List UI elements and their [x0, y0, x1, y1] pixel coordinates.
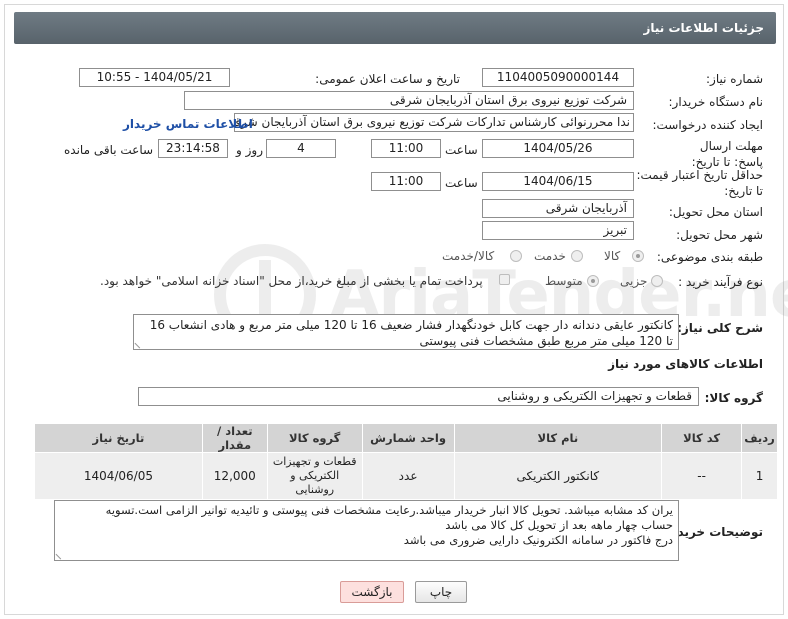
goods-group-label: گروه کالا: [704, 391, 763, 405]
process-type-label: نوع فرآیند خرید : [678, 275, 763, 289]
category-option-goods: کالا [604, 249, 621, 263]
creator-label: ایجاد کننده درخواست: [652, 118, 763, 132]
send-deadline-label: مهلت ارسال پاسخ: تا تاریخ: [691, 139, 763, 169]
cell-date: 1404/06/05 [34, 452, 203, 500]
page-header: جزئیات اطلاعات نیاز [14, 12, 776, 44]
day-and-label: روز و [236, 143, 263, 157]
cell-group: قطعات و تجهیزات الکتریکی و روشنایی [266, 452, 363, 500]
send-date-field[interactable]: 1404/05/26 [482, 139, 634, 158]
category-option-service: خدمت [534, 249, 566, 263]
col-unit: واحد شمارش [361, 423, 455, 453]
table-row[interactable]: 1 -- کانکتور الکتریکی عدد قطعات و تجهیزا… [34, 452, 778, 500]
remaining-label: ساعت باقی مانده [64, 143, 154, 157]
description-text: کانکتور عایقی دندانه دار جهت کابل خودنگه… [149, 318, 673, 348]
category-radio-goods-service[interactable] [510, 250, 522, 262]
announce-label: تاریخ و ساعت اعلان عمومی: [315, 72, 460, 86]
category-radio-service[interactable] [571, 250, 583, 262]
city-field[interactable]: تبریز [482, 221, 634, 240]
treasury-payment-checkbox[interactable] [499, 274, 510, 285]
process-option-minor: جزیی [620, 274, 648, 288]
process-radio-minor[interactable] [651, 275, 663, 287]
process-radio-medium[interactable] [587, 275, 599, 287]
province-field[interactable]: آذربایجان شرقی [482, 199, 634, 218]
buyer-notes-line: یران کد مشابه میباشد. تحویل کالا انبار خ… [105, 503, 673, 517]
contact-buyer-link[interactable]: اطلاعات تماس خریدار [123, 117, 253, 131]
need-number-label: شماره نیاز: [706, 72, 763, 86]
page-title: جزئیات اطلاعات نیاز [643, 21, 764, 35]
col-date: تاریخ نیاز [34, 423, 203, 453]
cell-qty: 12,000 [201, 452, 268, 500]
city-label: شهر محل تحویل: [676, 228, 763, 242]
buyer-org-field[interactable]: شرکت توزیع نیروی برق استان آذربایجان شرق… [184, 91, 634, 110]
creator-field[interactable]: ندا محررنوائی کارشناس تدارکات شرکت توزیع… [234, 113, 634, 132]
cell-row: 1 [741, 452, 778, 500]
description-label: شرح کلی نیاز: [677, 321, 763, 335]
buyer-notes-line: درج فاکتور در سامانه الکترونیک دارایی ضر… [403, 533, 673, 547]
table-header-row: ردیف کد کالا نام کالا واحد شمارش گروه کا… [34, 423, 778, 453]
goods-group-field[interactable]: قطعات و تجهیزات الکتریکی و روشنایی [138, 387, 699, 406]
need-number-field[interactable]: 1104005090000144 [482, 68, 634, 87]
print-button[interactable]: چاپ [415, 581, 467, 603]
category-radio-goods[interactable] [632, 250, 644, 262]
process-option-medium: متوسط [545, 274, 583, 288]
col-row: ردیف [741, 423, 778, 453]
buyer-notes-textarea[interactable]: یران کد مشابه میباشد. تحویل کالا انبار خ… [54, 500, 679, 561]
announce-field[interactable]: 1404/05/21 - 10:55 [79, 68, 230, 87]
province-label: استان محل تحویل: [668, 205, 763, 219]
send-time-label: ساعت [445, 143, 478, 157]
buyer-org-label: نام دستگاه خریدار: [668, 95, 764, 109]
remaining-time-field[interactable]: 23:14:58 [158, 139, 228, 158]
treasury-payment-note: پرداخت تمام یا بخشی از مبلغ خرید،از محل … [100, 274, 483, 288]
goods-section-title: اطلاعات کالاهای مورد نیاز [608, 357, 763, 371]
cell-unit: عدد [361, 452, 455, 500]
cell-name: کانکتور الکتریکی [453, 452, 663, 500]
category-option-goods-service: کالا/خدمت [442, 249, 495, 263]
back-button[interactable]: بازگشت [340, 581, 404, 603]
col-qty: تعداد / مقدار [201, 423, 268, 453]
items-table: ردیف کد کالا نام کالا واحد شمارش گروه کا… [34, 423, 778, 500]
resize-handle-icon[interactable] [55, 549, 66, 560]
validity-date-field[interactable]: 1404/06/15 [482, 172, 634, 191]
validity-label: حداقل تاریخ اعتبار قیمت: تا تاریخ: [636, 168, 763, 198]
send-time-field[interactable]: 11:00 [371, 139, 441, 158]
resize-handle-icon[interactable] [134, 338, 145, 349]
buyer-notes-line: حساب چهار ماهه بعد از تحویل کل کالا می ب… [445, 518, 673, 532]
category-label: طبقه بندی موضوعی: [656, 250, 763, 264]
col-group: گروه کالا [266, 423, 363, 453]
validity-time-field[interactable]: 11:00 [371, 172, 441, 191]
description-textarea[interactable]: کانکتور عایقی دندانه دار جهت کابل خودنگه… [133, 314, 679, 350]
col-code: کد کالا [661, 423, 743, 453]
cell-code: -- [661, 452, 743, 500]
days-field[interactable]: 4 [266, 139, 336, 158]
col-name: نام کالا [453, 423, 663, 453]
validity-time-label: ساعت [445, 176, 478, 190]
